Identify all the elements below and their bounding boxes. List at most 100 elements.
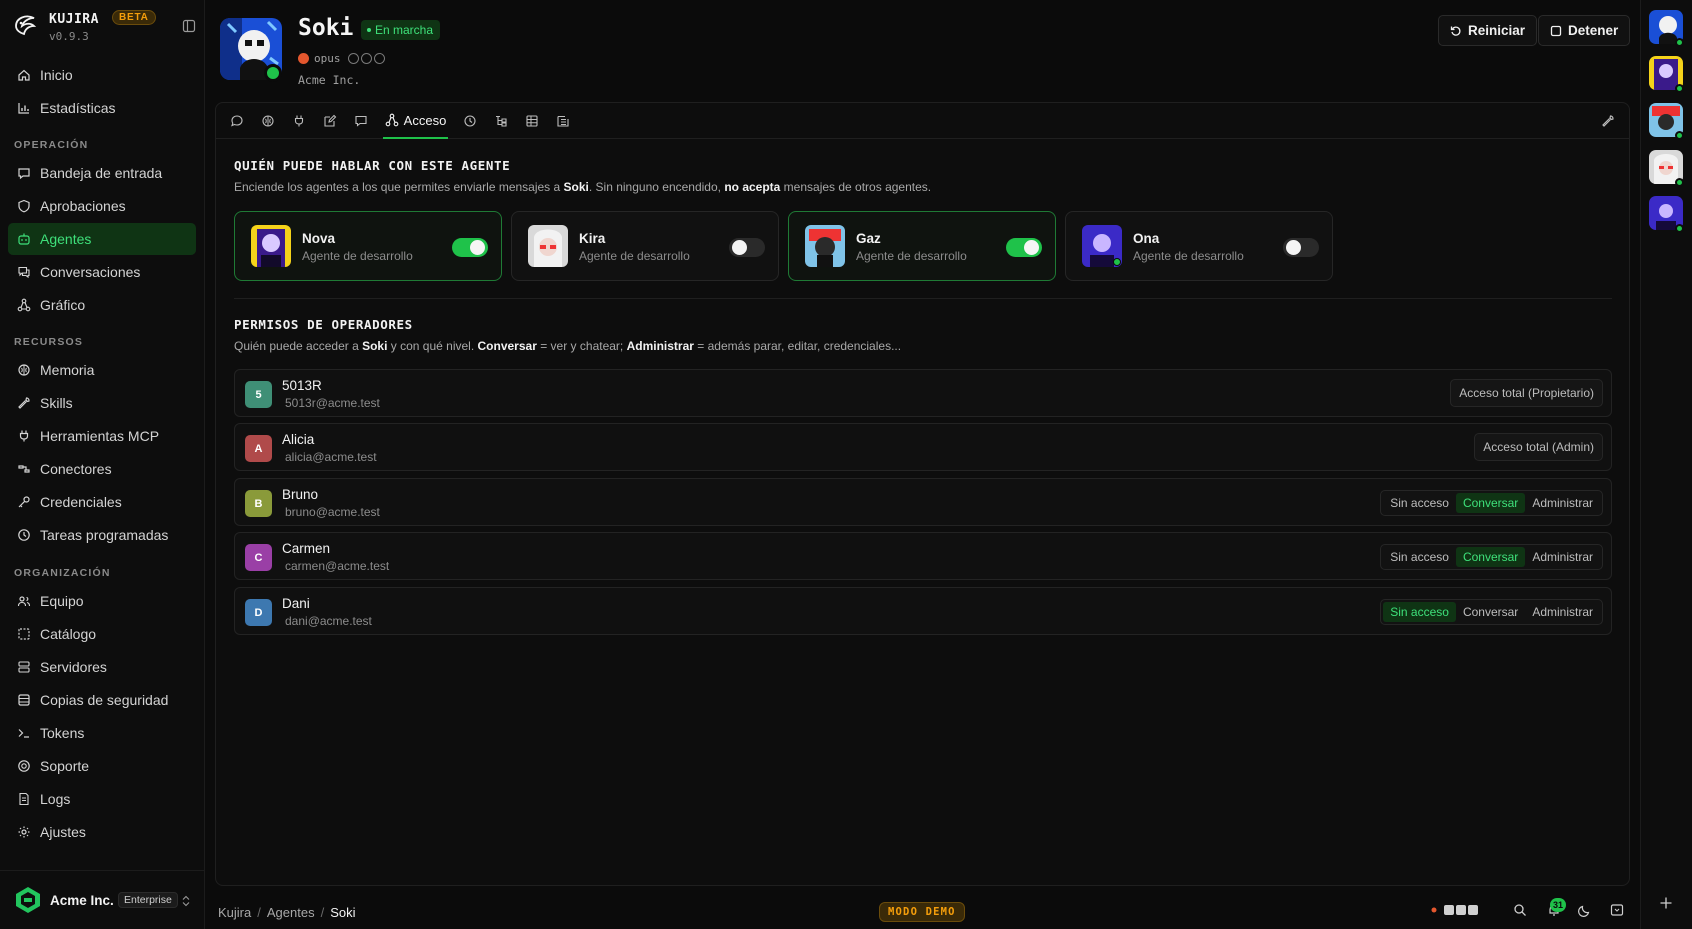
restart-label: Reiniciar xyxy=(1468,23,1526,38)
nav-item-catalogo[interactable]: Catálogo xyxy=(8,618,196,650)
agents-icon xyxy=(18,233,30,245)
nav-label: Conversaciones xyxy=(40,264,141,280)
nav-label: Tokens xyxy=(40,725,85,741)
access-level-selector: Sin acceso Conversar Administrar xyxy=(1380,490,1603,516)
agent-toggle[interactable] xyxy=(729,238,765,257)
org-switcher[interactable]: Acme Inc. Enterprise xyxy=(0,870,205,929)
agent-card-kira[interactable]: Kira Agente de desarrollo xyxy=(511,211,779,281)
tab-chat[interactable] xyxy=(226,103,248,139)
tab-acceso[interactable]: Acceso xyxy=(383,103,448,139)
tab-logs[interactable] xyxy=(552,103,574,139)
rail-online-dot xyxy=(1675,178,1684,187)
agent-avatar-nova xyxy=(251,225,291,267)
breadcrumb-separator: / xyxy=(320,905,325,920)
stop-button[interactable]: Detener xyxy=(1538,15,1631,46)
toggle-knob xyxy=(1286,240,1301,255)
nav-item-logs[interactable]: Logs xyxy=(8,783,196,815)
nav-item-estadisticas[interactable]: Estadísticas xyxy=(8,92,196,124)
server-icon xyxy=(18,661,30,673)
tab-tree[interactable] xyxy=(490,103,512,139)
clock-icon xyxy=(18,529,30,541)
desc-emphasis: Conversar xyxy=(477,339,537,353)
tab-memory[interactable] xyxy=(257,103,279,139)
agent-online-dot xyxy=(1113,258,1121,266)
agent-avatar-kira xyxy=(528,225,568,267)
nav-item-servidores[interactable]: Servidores xyxy=(8,651,196,683)
connector-icon xyxy=(18,465,30,473)
restart-button[interactable]: Reiniciar xyxy=(1438,15,1538,46)
nav-label: Skills xyxy=(40,395,73,411)
tab-database[interactable] xyxy=(521,103,543,139)
option-sin-acceso[interactable]: Sin acceso xyxy=(1383,493,1456,513)
option-administrar[interactable]: Administrar xyxy=(1525,602,1600,622)
toggle-knob xyxy=(470,240,485,255)
nav-item-tareas[interactable]: Tareas programadas xyxy=(8,519,196,551)
wrench-icon[interactable] xyxy=(1601,114,1615,128)
nav-item-memoria[interactable]: Memoria xyxy=(8,354,196,386)
nav-item-mcp[interactable]: Herramientas MCP xyxy=(8,420,196,452)
shield-icon xyxy=(18,199,30,213)
agent-toggle[interactable] xyxy=(1283,238,1319,257)
breadcrumb-item[interactable]: Kujira xyxy=(218,905,251,920)
nav-item-equipo[interactable]: Equipo xyxy=(8,585,196,617)
nav-item-soporte[interactable]: Soporte xyxy=(8,750,196,782)
desc-text: = además parar, editar, credenciales... xyxy=(693,339,902,353)
option-sin-acceso[interactable]: Sin acceso xyxy=(1383,602,1456,622)
breadcrumb-current: Soki xyxy=(330,905,356,920)
operator-access-tag: Acceso total (Admin) xyxy=(1474,433,1603,461)
agent-toggle[interactable] xyxy=(1006,238,1042,257)
acme-logo-icon xyxy=(16,887,40,913)
breadcrumb-item[interactable]: Agentes xyxy=(267,905,315,920)
inbox-icon xyxy=(18,168,30,180)
option-conversar[interactable]: Conversar xyxy=(1455,493,1526,513)
tab-mcp[interactable] xyxy=(288,103,310,139)
agent-card-ona[interactable]: Ona Agente de desarrollo xyxy=(1065,211,1333,281)
perm-section-title: PERMISOS DE OPERADORES xyxy=(234,317,413,332)
nav-label: Agentes xyxy=(40,231,92,247)
nav-item-aprobaciones[interactable]: Aprobaciones xyxy=(8,190,196,222)
nav-item-grafico[interactable]: Gráfico xyxy=(8,289,196,321)
nav-label: Inicio xyxy=(40,67,73,83)
nav-item-inicio[interactable]: Inicio xyxy=(8,59,196,91)
option-conversar[interactable]: Conversar xyxy=(1456,602,1525,622)
home-icon xyxy=(18,69,30,81)
tab-schedule[interactable] xyxy=(459,103,481,139)
bar-chart-icon xyxy=(18,103,29,114)
nav-item-conectores[interactable]: Conectores xyxy=(8,453,196,485)
option-conversar[interactable]: Conversar xyxy=(1455,547,1526,567)
sidebar-collapse-icon[interactable] xyxy=(182,19,196,33)
nav-item-skills[interactable]: Skills xyxy=(8,387,196,419)
agent-toggle[interactable] xyxy=(452,238,488,257)
nav-label: Soporte xyxy=(40,758,90,774)
tab-edit[interactable] xyxy=(319,103,341,139)
sparkle-icon xyxy=(1431,907,1437,913)
operator-row-carmen: C Carmen carmen@acme.test Sin acceso Con… xyxy=(234,532,1612,580)
nav-item-credenciales[interactable]: Credenciales xyxy=(8,486,196,518)
section-divider xyxy=(234,298,1612,299)
search-icon[interactable] xyxy=(1513,903,1527,917)
panel-toggle-icon[interactable] xyxy=(1610,903,1624,917)
option-administrar[interactable]: Administrar xyxy=(1525,493,1600,513)
rail-online-dot xyxy=(1675,38,1684,47)
tab-messages[interactable] xyxy=(350,103,372,139)
nav-label: Copias de seguridad xyxy=(40,692,169,708)
moon-icon[interactable] xyxy=(1578,903,1592,917)
option-sin-acceso[interactable]: Sin acceso xyxy=(1383,547,1456,567)
agent-role: Agente de desarrollo xyxy=(579,249,690,263)
operator-row-bruno: B Bruno bruno@acme.test Sin acceso Conve… xyxy=(234,478,1612,526)
nav-section-recursos: RECURSOS xyxy=(14,336,84,348)
nav-item-bandeja[interactable]: Bandeja de entrada xyxy=(8,157,196,189)
nav-item-conversaciones[interactable]: Conversaciones xyxy=(8,256,196,288)
agent-card-gaz[interactable]: Gaz Agente de desarrollo xyxy=(788,211,1056,281)
nav-item-agentes[interactable]: Agentes xyxy=(8,223,196,255)
nav-item-tokens[interactable]: Tokens xyxy=(8,717,196,749)
option-administrar[interactable]: Administrar xyxy=(1525,547,1600,567)
version-label: v0.9.3 xyxy=(49,30,89,43)
agent-role: Agente de desarrollo xyxy=(1133,249,1244,263)
agent-card-nova[interactable]: Nova Agente de desarrollo xyxy=(234,211,502,281)
nav-item-ajustes[interactable]: Ajustes xyxy=(8,816,196,848)
operator-row-dani: D Dani dani@acme.test Sin acceso Convers… xyxy=(234,587,1612,635)
nav-label: Herramientas MCP xyxy=(40,428,160,444)
nav-item-copias[interactable]: Copias de seguridad xyxy=(8,684,196,716)
plus-icon[interactable] xyxy=(1659,896,1673,910)
